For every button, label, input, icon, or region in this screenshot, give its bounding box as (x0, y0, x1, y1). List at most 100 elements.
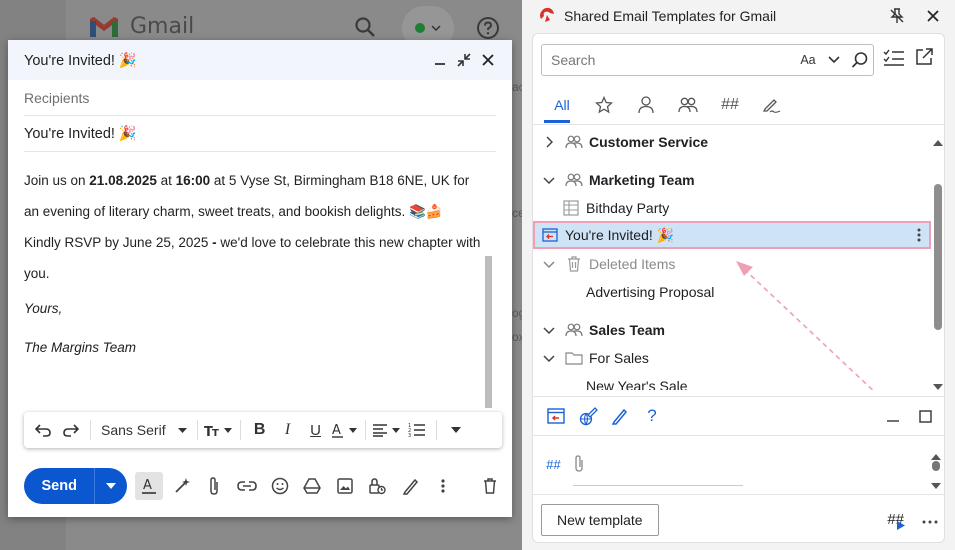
help-icon[interactable]: ? (641, 405, 663, 427)
send-button[interactable]: Send (24, 468, 128, 504)
scroll-down-icon[interactable] (931, 477, 941, 495)
help-icon[interactable] (476, 16, 500, 40)
edit-template-icon[interactable] (609, 405, 631, 427)
align-icon[interactable] (372, 417, 402, 443)
divider (435, 420, 437, 440)
drive-icon[interactable] (298, 472, 326, 500)
attach-icon[interactable] (201, 472, 229, 500)
formatting-options-icon[interactable]: A (135, 472, 164, 500)
multi-select-icon[interactable] (883, 48, 907, 72)
bold-icon[interactable]: B (247, 417, 273, 443)
italic-icon[interactable]: I (275, 417, 301, 443)
search-icon[interactable] (354, 16, 376, 38)
unpin-icon[interactable] (885, 6, 909, 26)
more-formatting-icon[interactable] (443, 417, 469, 443)
minimize-icon[interactable] (430, 50, 450, 70)
confidential-mode-icon[interactable] (364, 472, 392, 500)
panel-title: Shared Email Templates for Gmail (564, 8, 777, 24)
background-text-fragment: ac (512, 80, 522, 94)
app-logo-icon (538, 6, 556, 27)
minimize-icon[interactable] (882, 405, 904, 427)
font-family-select[interactable]: Sans Serif (97, 417, 191, 443)
active-status-dot (415, 23, 425, 33)
font-family-label: Sans Serif (101, 422, 166, 438)
gmail-logo[interactable]: Gmail (88, 14, 194, 39)
divider (239, 420, 241, 440)
background-text-fragment: og (512, 306, 522, 320)
match-case-toggle[interactable]: Aa (795, 47, 821, 73)
text-color-icon[interactable]: A (331, 417, 359, 443)
popout-icon[interactable] (915, 48, 939, 72)
discard-draft-icon[interactable] (476, 472, 504, 500)
preview-scrollbar[interactable] (932, 461, 940, 471)
divider (573, 485, 743, 486)
redo-icon[interactable] (58, 417, 84, 443)
more-options-icon[interactable] (922, 511, 938, 529)
svg-text:A: A (332, 423, 341, 438)
photo-icon[interactable] (331, 472, 359, 500)
more-options-icon[interactable] (429, 472, 457, 500)
signature-icon[interactable] (396, 472, 424, 500)
scroll-down-icon[interactable] (933, 378, 943, 390)
link-icon[interactable] (233, 472, 261, 500)
message-body[interactable]: Join us on 21.08.2025 at 16:00 at 5 Vyse… (24, 165, 480, 367)
scroll-up-icon[interactable] (933, 134, 943, 146)
macros-icon[interactable]: ## (887, 511, 906, 530)
panel-footer: New template ## (533, 494, 944, 542)
hash-icon[interactable]: ## (709, 86, 751, 124)
compose-window: You're Invited! 🎉 Recipients You're Invi… (8, 40, 512, 517)
body-line: Kindly RSVP by June 25, 2025 - we'd love… (24, 227, 480, 258)
body-text: we'd love to celebrate this new chapter … (216, 235, 481, 250)
person-icon[interactable] (625, 86, 667, 124)
template-actions-bar: ? (533, 396, 944, 436)
search-icon[interactable] (847, 47, 873, 73)
underline-icon[interactable]: U (303, 417, 329, 443)
chevron-down-icon[interactable] (821, 47, 847, 73)
ai-write-icon[interactable] (168, 472, 196, 500)
dropdown-caret-icon (177, 427, 187, 433)
annotation-arrow (736, 261, 874, 390)
event-date: 21.08.2025 (89, 173, 157, 188)
compose-bottom-bar: Send A (24, 468, 504, 504)
exit-fullscreen-icon[interactable] (454, 50, 474, 70)
compose-title: You're Invited! 🎉 (24, 52, 137, 69)
subject-field[interactable]: You're Invited! 🎉 (24, 116, 496, 152)
templates-panel: Shared Email Templates for Gmail Search … (522, 0, 955, 550)
tags-hash-icon[interactable]: ## (546, 457, 560, 472)
new-template-button[interactable]: New template (541, 503, 659, 536)
chevron-down-icon (431, 25, 441, 31)
tab-all[interactable]: All (541, 86, 583, 124)
close-icon[interactable] (478, 50, 498, 70)
background-text-fragment: ce (512, 206, 522, 220)
signature-text: The Margins Team (24, 340, 137, 355)
template-search-input[interactable]: Search Aa (541, 44, 874, 76)
tab-all-label: All (554, 97, 570, 113)
play-icon (897, 521, 906, 530)
insert-template-icon[interactable] (545, 405, 567, 427)
formatting-toolbar: Sans Serif TT B I U A 123 (24, 412, 502, 448)
compose-scrollbar[interactable] (485, 256, 492, 408)
body-text: at 5 Vyse St, Birmingham B18 6NE, UK for (210, 173, 470, 188)
star-icon[interactable] (583, 86, 625, 124)
filter-tabs: All ## (541, 86, 793, 124)
recipients-field[interactable]: Recipients (24, 80, 496, 116)
numbered-list-icon[interactable]: 123 (404, 417, 430, 443)
share-edit-icon[interactable] (577, 405, 599, 427)
close-panel-icon[interactable] (921, 6, 945, 26)
emoji-icon[interactable] (266, 472, 294, 500)
font-size-icon[interactable]: TT (204, 417, 234, 443)
body-text: Join us on (24, 173, 90, 188)
body-text: Kindly RSVP by June 25, 2025 (24, 235, 213, 250)
undo-icon[interactable] (30, 417, 56, 443)
template-preview-area: ## (533, 437, 944, 495)
divider (90, 420, 91, 440)
chevron-down-icon (106, 483, 117, 489)
body-line: an evening of literary charm, sweet trea… (24, 204, 443, 219)
people-icon[interactable] (667, 86, 709, 124)
maximize-icon[interactable] (914, 405, 936, 427)
schedule-send-dropdown[interactable] (95, 468, 127, 504)
svg-text:T: T (212, 428, 219, 437)
tree-scrollbar[interactable] (934, 184, 942, 330)
edit-icon[interactable] (751, 86, 793, 124)
attachment-icon[interactable] (573, 455, 585, 478)
